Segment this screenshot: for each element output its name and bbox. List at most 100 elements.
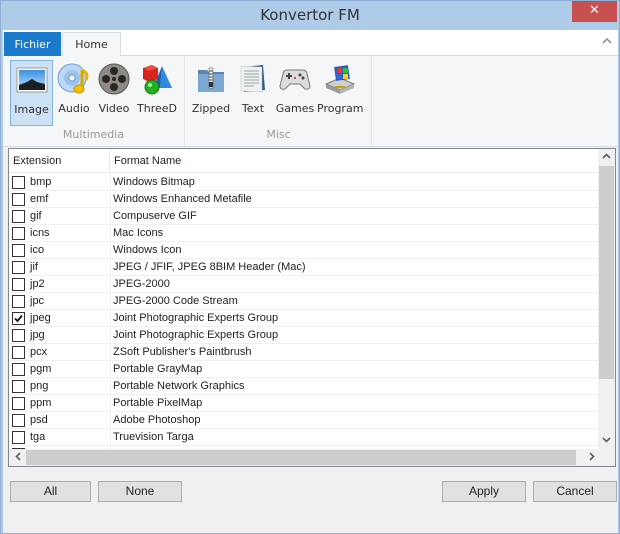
row-extension: pgm bbox=[30, 363, 52, 375]
gamepad-icon bbox=[278, 62, 312, 96]
row-format-name: JPEG-2000 Code Stream bbox=[113, 295, 238, 307]
row-checkbox[interactable] bbox=[12, 261, 25, 274]
list-item[interactable]: emf Windows Enhanced Metafile bbox=[9, 191, 600, 208]
zipped-label: Zipped bbox=[191, 102, 231, 115]
row-checkbox[interactable] bbox=[12, 193, 25, 206]
tab-fichier[interactable]: Fichier bbox=[4, 32, 61, 56]
row-format-name: Portable Network Graphics bbox=[113, 380, 245, 392]
row-checkbox[interactable] bbox=[12, 176, 25, 189]
row-checkbox[interactable] bbox=[12, 278, 25, 291]
vertical-scrollbar[interactable] bbox=[598, 149, 615, 450]
text-button[interactable]: Text bbox=[236, 60, 270, 126]
list-item[interactable]: ppm Portable PixelMap bbox=[9, 395, 600, 412]
scroll-left-button[interactable] bbox=[9, 449, 26, 466]
list-item[interactable]: jif JPEG / JFIF, JPEG 8BIM Header (Mac) bbox=[9, 259, 600, 276]
list-item[interactable]: tga Truevision Targa bbox=[9, 429, 600, 446]
row-format-name: ZSoft Publisher's Paintbrush bbox=[113, 346, 252, 358]
row-checkbox[interactable] bbox=[12, 244, 25, 257]
checkmark-icon bbox=[14, 314, 23, 323]
row-format-name: Mac Icons bbox=[113, 227, 164, 239]
list-item[interactable]: jpeg Joint Photographic Experts Group bbox=[9, 310, 600, 327]
row-checkbox[interactable] bbox=[12, 431, 25, 444]
ribbon-panel: Image Audio Video ThreeD Multimedia Zipp… bbox=[3, 56, 618, 147]
vertical-scroll-thumb[interactable] bbox=[599, 166, 614, 379]
row-format-name: Windows Bitmap bbox=[113, 176, 195, 188]
row-extension: jp2 bbox=[30, 278, 45, 290]
column-divider bbox=[110, 242, 111, 259]
games-label: Games bbox=[275, 102, 315, 115]
row-checkbox[interactable] bbox=[12, 397, 25, 410]
audio-button[interactable]: Audio bbox=[54, 60, 94, 126]
document-icon bbox=[236, 62, 270, 96]
scroll-up-button[interactable] bbox=[598, 149, 615, 166]
column-header-extension[interactable]: Extension bbox=[9, 149, 110, 173]
column-divider bbox=[110, 361, 111, 378]
row-checkbox[interactable] bbox=[12, 210, 25, 223]
column-divider bbox=[110, 395, 111, 412]
3d-shapes-icon bbox=[140, 62, 174, 96]
row-format-name: Joint Photographic Experts Group bbox=[113, 312, 279, 324]
zipped-button[interactable]: Zipped bbox=[189, 60, 233, 126]
list-item[interactable]: pgm Portable GrayMap bbox=[9, 361, 600, 378]
select-none-button[interactable]: None bbox=[98, 481, 182, 502]
row-checkbox[interactable] bbox=[12, 414, 25, 427]
row-format-name: Portable PixelMap bbox=[113, 397, 203, 409]
list-item[interactable]: ico Windows Icon bbox=[9, 242, 600, 259]
row-extension: png bbox=[30, 380, 49, 392]
row-checkbox[interactable] bbox=[12, 295, 25, 308]
list-item[interactable]: jpg Joint Photographic Experts Group bbox=[9, 327, 600, 344]
column-divider bbox=[110, 208, 111, 225]
audio-cd-icon bbox=[57, 62, 91, 96]
video-button[interactable]: Video bbox=[95, 60, 133, 126]
program-button[interactable]: Program bbox=[317, 60, 363, 126]
group-label-multimedia: Multimedia bbox=[62, 128, 125, 141]
list-item[interactable]: bmp Windows Bitmap bbox=[9, 174, 600, 191]
format-list[interactable]: Extension Format Name bmp Windows Bitmap e… bbox=[8, 148, 616, 467]
list-item[interactable]: jp2 JPEG-2000 bbox=[9, 276, 600, 293]
app-window: Konvertor FM ✕ Fichier Home Image Audio … bbox=[0, 0, 620, 534]
list-item[interactable]: gif Compuserve GIF bbox=[9, 208, 600, 225]
column-divider bbox=[110, 293, 111, 310]
column-divider bbox=[110, 310, 111, 327]
row-extension: emf bbox=[30, 193, 49, 205]
list-item[interactable]: png Portable Network Graphics bbox=[9, 378, 600, 395]
row-checkbox[interactable] bbox=[12, 346, 25, 359]
list-item[interactable]: pcx ZSoft Publisher's Paintbrush bbox=[9, 344, 600, 361]
collapse-ribbon-icon[interactable] bbox=[602, 36, 612, 47]
row-checkbox[interactable] bbox=[12, 329, 25, 342]
tab-home[interactable]: Home bbox=[62, 32, 121, 57]
horizontal-scroll-thumb[interactable] bbox=[26, 450, 576, 465]
select-all-button[interactable]: All bbox=[10, 481, 91, 502]
column-header-format-name[interactable]: Format Name bbox=[110, 149, 600, 173]
list-item[interactable]: icns Mac Icons bbox=[9, 225, 600, 242]
row-extension: pcx bbox=[30, 346, 48, 358]
scroll-down-button[interactable] bbox=[598, 433, 615, 450]
image-button[interactable]: Image bbox=[10, 60, 53, 126]
scrollbar-corner bbox=[598, 449, 615, 466]
column-divider bbox=[110, 174, 111, 191]
row-extension: jpc bbox=[30, 295, 45, 307]
row-checkbox[interactable] bbox=[12, 363, 25, 376]
video-label: Video bbox=[98, 102, 130, 115]
games-button[interactable]: Games bbox=[274, 60, 316, 126]
row-extension: ico bbox=[30, 244, 45, 256]
group-misc: Zipped Text Games Program Misc bbox=[186, 56, 372, 146]
column-divider bbox=[110, 276, 111, 293]
close-button[interactable]: ✕ bbox=[572, 1, 617, 22]
window-title: Konvertor FM bbox=[260, 6, 360, 24]
list-item[interactable]: psd Adobe Photoshop bbox=[9, 412, 600, 429]
horizontal-scrollbar[interactable] bbox=[9, 449, 600, 466]
threed-button[interactable]: ThreeD bbox=[134, 60, 180, 126]
apply-button[interactable]: Apply bbox=[442, 481, 526, 502]
list-item[interactable]: jpc JPEG-2000 Code Stream bbox=[9, 293, 600, 310]
row-format-name: JPEG / JFIF, JPEG 8BIM Header (Mac) bbox=[113, 261, 306, 273]
cancel-button[interactable]: Cancel bbox=[533, 481, 617, 502]
program-label: Program bbox=[317, 102, 364, 115]
row-checkbox[interactable] bbox=[12, 380, 25, 393]
row-format-name: Windows Enhanced Metafile bbox=[113, 193, 252, 205]
column-divider bbox=[110, 378, 111, 395]
threed-label: ThreeD bbox=[137, 102, 177, 115]
row-checkbox[interactable] bbox=[12, 227, 25, 240]
column-divider bbox=[110, 191, 111, 208]
row-checkbox-checked[interactable] bbox=[12, 312, 25, 325]
